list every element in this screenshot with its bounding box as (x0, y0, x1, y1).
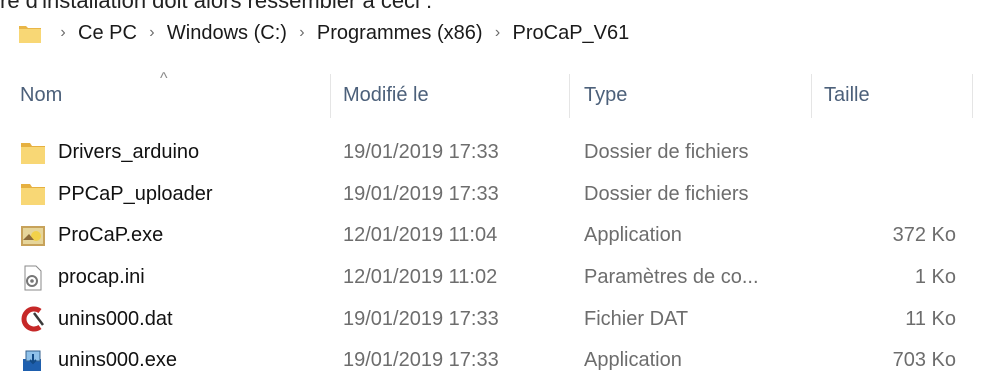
file-row[interactable]: PPCaP_uploader 19/01/2019 17:33 Dossier … (0, 174, 986, 216)
file-type: Application (584, 224, 682, 247)
file-row[interactable]: unins000.exe 19/01/2019 17:33 Applicatio… (0, 340, 986, 382)
chevron-right-icon: › (60, 24, 66, 41)
file-modified: 19/01/2019 17:33 (343, 182, 499, 205)
file-type: Paramètres de co... (584, 266, 759, 289)
column-header-modified[interactable]: Modifié le (343, 70, 429, 120)
column-divider[interactable] (330, 74, 331, 118)
file-name: PPCaP_uploader (58, 182, 213, 205)
column-header-type[interactable]: Type (584, 70, 627, 120)
file-size: 1 Ko (914, 266, 956, 289)
column-header-size[interactable]: Taille (824, 70, 870, 120)
column-divider[interactable] (972, 74, 973, 118)
folder-icon (20, 140, 46, 166)
breadcrumb-item[interactable]: Programmes (x86) (313, 22, 487, 45)
chevron-right-icon: › (494, 24, 501, 41)
file-modified: 12/01/2019 11:04 (343, 224, 498, 247)
file-row[interactable]: unins000.dat 19/01/2019 17:33 Fichier DA… (0, 298, 986, 340)
breadcrumb-item[interactable]: ProCaP_V61 (509, 22, 634, 45)
sort-ascending-icon: ^ (160, 70, 168, 87)
file-modified: 19/01/2019 17:33 (343, 141, 499, 164)
folder-icon (20, 181, 46, 207)
breadcrumb-item[interactable]: Ce PC (74, 22, 141, 45)
dat-file-icon (20, 306, 46, 332)
file-name: unins000.dat (58, 307, 173, 330)
file-size: 703 Ko (892, 349, 956, 372)
app-image-icon (20, 223, 46, 249)
column-header-name[interactable]: Nom (20, 70, 62, 120)
column-header-row: ^ Nom Modifié le Type Taille (0, 70, 986, 120)
file-size: 372 Ko (892, 224, 956, 247)
file-type: Dossier de fichiers (584, 141, 749, 164)
file-modified: 19/01/2019 17:33 (343, 307, 499, 330)
file-row[interactable]: Drivers_arduino 19/01/2019 17:33 Dossier… (0, 132, 986, 174)
file-name: procap.ini (58, 266, 145, 289)
file-name: unins000.exe (58, 349, 177, 372)
chevron-right-icon: › (149, 24, 155, 41)
file-type: Fichier DAT (584, 307, 689, 330)
installer-icon (20, 348, 46, 374)
address-bar[interactable]: › Ce PC › Windows (C:) › Programmes (x86… (0, 12, 986, 54)
file-row[interactable]: procap.ini 12/01/2019 11:02 Paramètres d… (0, 257, 986, 299)
file-modified: 19/01/2019 17:33 (343, 349, 499, 372)
file-size (816, 174, 956, 216)
file-modified: 12/01/2019 11:02 (343, 266, 498, 289)
file-size: 11 Ko (905, 307, 956, 330)
folder-icon (18, 21, 42, 45)
file-size (816, 132, 956, 174)
file-name: Drivers_arduino (58, 141, 200, 164)
settings-file-icon (20, 265, 46, 291)
breadcrumb-item[interactable]: Windows (C:) (163, 22, 291, 45)
chevron-right-icon: › (299, 24, 305, 41)
column-divider[interactable] (811, 74, 812, 118)
file-list: Drivers_arduino 19/01/2019 17:33 Dossier… (0, 132, 986, 382)
column-divider[interactable] (569, 74, 570, 118)
page-text-fragment: re d'installation doit alors ressembler … (0, 0, 433, 13)
file-row[interactable]: ProCaP.exe 12/01/2019 11:04 Application … (0, 215, 986, 257)
file-type: Application (584, 349, 682, 372)
file-name: ProCaP.exe (58, 224, 164, 247)
file-type: Dossier de fichiers (584, 182, 749, 205)
